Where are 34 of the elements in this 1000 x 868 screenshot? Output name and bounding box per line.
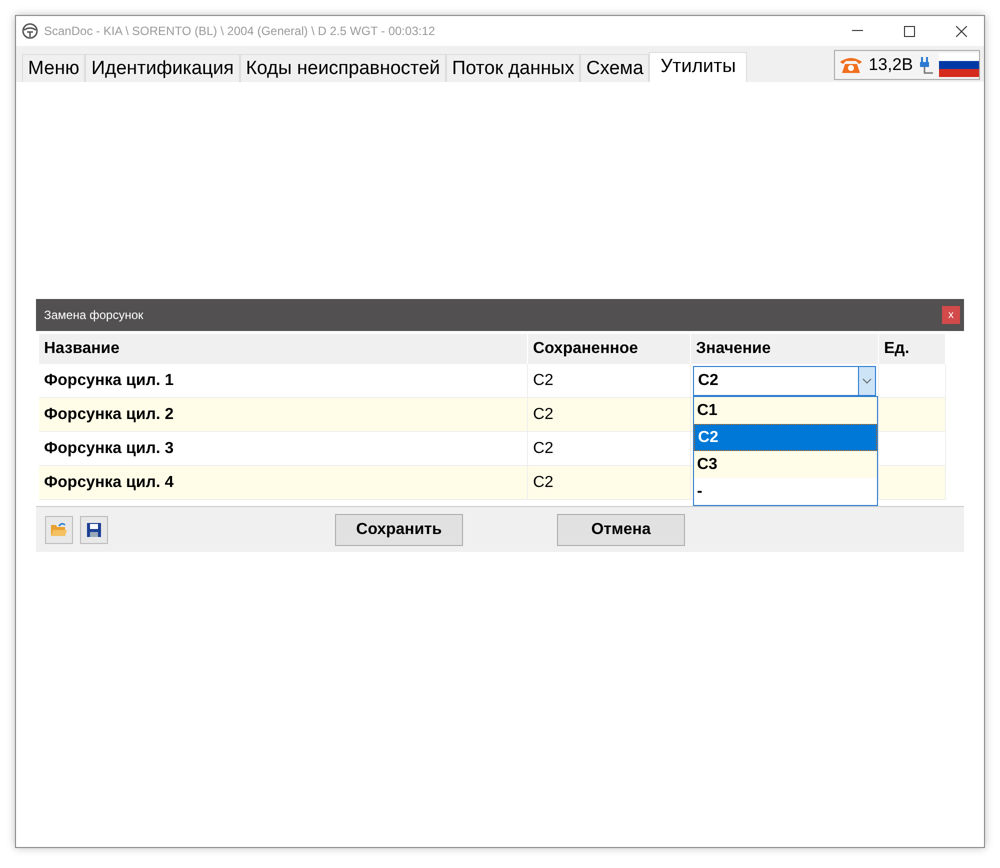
- column-header: Сохраненное: [528, 334, 691, 364]
- voltage-reading: 13,2В: [868, 55, 913, 75]
- steering-wheel-icon: [22, 23, 38, 39]
- folder-icon[interactable]: [50, 522, 68, 538]
- tab[interactable]: Коды неисправностей: [240, 54, 446, 82]
- dropdown-option[interactable]: -: [694, 478, 877, 505]
- save-button[interactable]: Сохранить: [335, 514, 463, 546]
- maximize-icon[interactable]: [904, 26, 914, 36]
- tab[interactable]: Утилиты: [649, 52, 747, 82]
- dropdown-option[interactable]: C2: [694, 424, 877, 451]
- table-cell: Форсунка цил. 4: [39, 466, 528, 500]
- plug-icon: [919, 55, 933, 75]
- dropdown-option[interactable]: C3: [694, 451, 877, 478]
- close-icon[interactable]: [956, 26, 966, 36]
- column-header: Название: [39, 334, 528, 364]
- dialog-title: Замена форсунок: [44, 308, 144, 322]
- cancel-button[interactable]: Отмена: [557, 514, 685, 546]
- chevron-icon[interactable]: [858, 366, 875, 394]
- table-cell: C2: [528, 398, 691, 432]
- save-icon-button[interactable]: [80, 516, 108, 544]
- tab[interactable]: Поток данных: [446, 54, 580, 82]
- tab[interactable]: Меню: [22, 54, 86, 82]
- table-cell: Форсунка цил. 2: [39, 398, 528, 432]
- table-cell: C2: [528, 466, 691, 500]
- column-header: Значение: [691, 334, 879, 364]
- tab[interactable]: Схема: [580, 54, 650, 82]
- window-title: ScanDoc - KIA \ SORENTO (BL) \ 2004 (General) \ D 2.5 WGT - 00:03:12: [44, 24, 436, 38]
- close-button[interactable]: x: [942, 306, 960, 324]
- dropdown-option[interactable]: C1: [694, 397, 877, 424]
- tab[interactable]: Идентификация: [85, 54, 240, 82]
- minimize-icon[interactable]: [852, 30, 862, 32]
- column-header: Ед.: [879, 334, 946, 364]
- telephone-icon: [838, 56, 863, 74]
- value-dropdown[interactable]: C2: [693, 366, 876, 396]
